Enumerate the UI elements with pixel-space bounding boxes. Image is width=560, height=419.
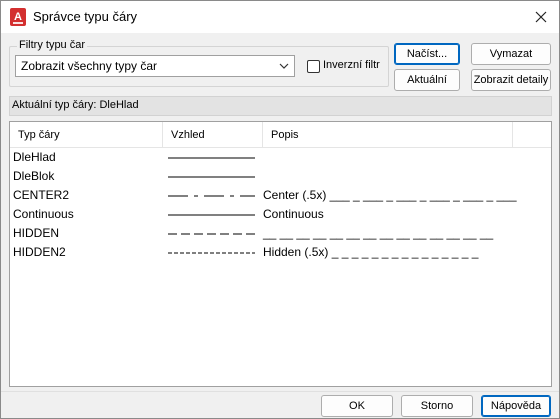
linetype-description: Hidden (.5x) _ _ _ _ _ _ _ _ _ _ _ _ _ _… bbox=[263, 245, 479, 259]
filter-group-legend: Filtry typu čar bbox=[17, 39, 88, 51]
linetype-preview bbox=[168, 176, 255, 178]
linetype-preview bbox=[168, 252, 255, 254]
chevron-down-icon bbox=[279, 63, 289, 69]
linetype-name: HIDDEN2 bbox=[13, 245, 66, 259]
window-title: Správce typu čáry bbox=[33, 9, 138, 24]
list-row[interactable]: DleBlok bbox=[10, 167, 551, 186]
column-header-appearance[interactable]: Vzhled bbox=[163, 122, 263, 148]
cancel-button[interactable]: Storno bbox=[401, 395, 473, 417]
linetype-name: CENTER2 bbox=[13, 188, 70, 202]
list-header: Typ čáry Vzhled Popis bbox=[10, 122, 551, 148]
footer-divider bbox=[1, 391, 559, 392]
list-row[interactable]: HIDDEN __ __ __ __ __ __ __ __ __ __ __ … bbox=[10, 224, 551, 243]
list-row[interactable]: DleHlad bbox=[10, 148, 551, 167]
autocad-a-icon: A bbox=[10, 8, 26, 26]
linetype-description: Continuous bbox=[263, 207, 324, 221]
linetype-description: Center (.5x) ___ _ ___ _ ___ _ ___ _ ___… bbox=[263, 188, 517, 202]
column-header-name[interactable]: Typ čáry bbox=[10, 122, 163, 148]
linetype-name: DleHlad bbox=[13, 150, 56, 164]
ok-button[interactable]: OK bbox=[321, 395, 393, 417]
linetype-manager-dialog: A Správce typu čáry Filtry typu čar Zobr… bbox=[0, 0, 560, 419]
linetype-description: __ __ __ __ __ __ __ __ __ __ __ __ __ _… bbox=[263, 226, 494, 240]
column-header-description[interactable]: Popis bbox=[263, 122, 513, 148]
current-linetype-label: Aktuální typ čáry: bbox=[12, 99, 97, 111]
inverse-filter-label[interactable]: Inverzní filtr bbox=[323, 59, 380, 71]
linetype-preview bbox=[168, 233, 255, 235]
current-button[interactable]: Aktuální bbox=[394, 69, 460, 91]
filter-select[interactable]: Zobrazit všechny typy čar bbox=[15, 55, 295, 77]
details-button[interactable]: Zobrazit detaily bbox=[471, 69, 551, 91]
close-icon bbox=[535, 11, 547, 23]
close-button[interactable] bbox=[529, 5, 553, 29]
help-button[interactable]: Nápověda bbox=[481, 395, 551, 417]
linetype-name: Continuous bbox=[13, 207, 74, 221]
delete-button[interactable]: Vymazat bbox=[471, 43, 551, 65]
list-row[interactable]: Continuous Continuous bbox=[10, 205, 551, 224]
title-bar: A Správce typu čáry bbox=[1, 1, 559, 33]
list-row[interactable]: CENTER2 Center (.5x) ___ _ ___ _ ___ _ _… bbox=[10, 186, 551, 205]
current-linetype-status: Aktuální typ čáry: DleHlad bbox=[9, 96, 552, 116]
inverse-filter-checkbox[interactable] bbox=[307, 60, 320, 73]
linetype-preview bbox=[168, 157, 255, 159]
current-linetype-value: DleHlad bbox=[99, 99, 139, 111]
linetype-name: HIDDEN bbox=[13, 226, 60, 240]
linetype-list[interactable]: Typ čáry Vzhled Popis DleHlad DleBlok CE… bbox=[9, 121, 552, 387]
list-row[interactable]: HIDDEN2 Hidden (.5x) _ _ _ _ _ _ _ _ _ _… bbox=[10, 243, 551, 262]
linetype-preview bbox=[168, 214, 255, 216]
linetype-preview bbox=[168, 195, 255, 197]
filter-select-value: Zobrazit všechny typy čar bbox=[21, 59, 158, 73]
linetype-name: DleBlok bbox=[13, 169, 55, 183]
load-button[interactable]: Načíst... bbox=[394, 43, 460, 65]
svg-text:A: A bbox=[14, 11, 22, 23]
